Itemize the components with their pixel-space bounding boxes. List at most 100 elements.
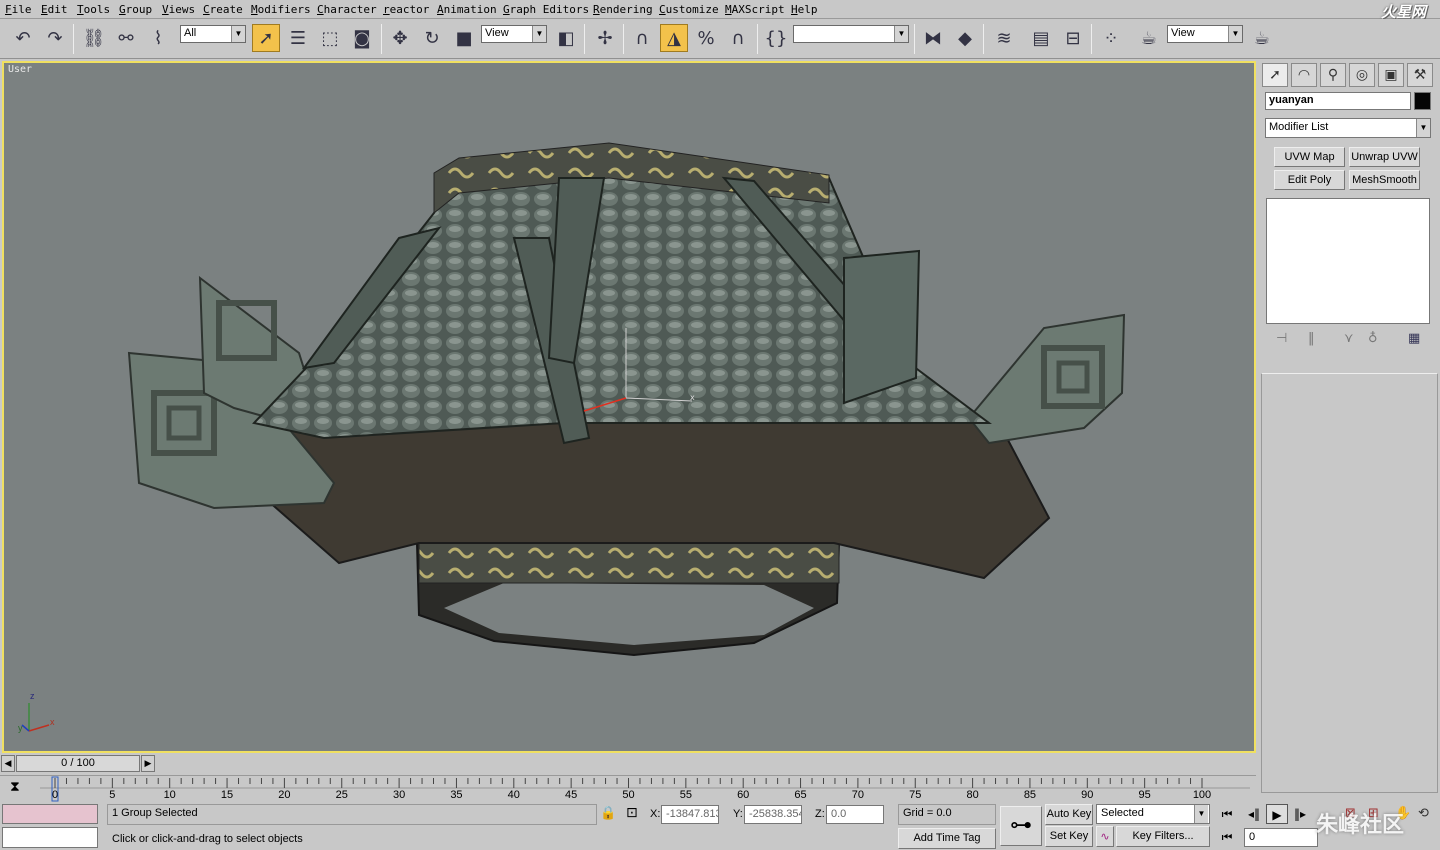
modifier-list-dropdown[interactable]: Modifier List ▼ [1265, 118, 1431, 138]
track-tick-label: 15 [221, 789, 233, 801]
rect-region-icon[interactable]: ⬚ [316, 24, 344, 52]
unwrap-uvw-button[interactable]: Unwrap UVW [1349, 147, 1420, 167]
percent-snap-icon[interactable]: % [692, 24, 720, 52]
configure-sets-icon[interactable]: ▦ [1408, 331, 1420, 346]
menu-animation[interactable]: Animation [437, 3, 497, 16]
spinner-snap-icon[interactable]: ∩ [724, 24, 752, 52]
key-mode-dropdown[interactable]: Selected ▼ [1096, 804, 1210, 824]
menu-reactor[interactable]: reactor [383, 3, 429, 16]
axis-x-label: x [50, 717, 55, 727]
pivot-icon[interactable]: ◧ [552, 24, 580, 52]
menu-group[interactable]: Group [119, 3, 152, 16]
z-coordinate-field[interactable]: 0.0 [826, 805, 884, 824]
x-coordinate-field[interactable]: -13847.813 [661, 805, 719, 824]
current-frame-field[interactable]: 0 [1244, 828, 1318, 847]
add-time-tag-button[interactable]: Add Time Tag [898, 828, 996, 849]
absolute-mode-icon[interactable]: ⊡ [626, 805, 638, 821]
motion-tab-icon[interactable]: ◎ [1349, 63, 1375, 87]
scale-icon[interactable]: ■ [450, 24, 478, 52]
selection-filter-dropdown[interactable]: All ▼ [180, 25, 246, 43]
menu-help[interactable]: Help [791, 3, 818, 16]
named-selection-dropdown[interactable]: ▼ [793, 25, 909, 43]
show-end-result-icon[interactable]: ‖ [1308, 331, 1315, 346]
time-slider[interactable]: 0 / 100 [16, 755, 140, 772]
make-unique-icon[interactable]: ⋎ [1344, 331, 1354, 346]
edit-poly-button[interactable]: Edit Poly [1274, 170, 1345, 190]
render-scene-icon[interactable]: ☕ [1135, 24, 1163, 52]
bind-space-warp-icon[interactable]: ⌇ [144, 24, 172, 52]
undo-icon[interactable]: ↶ [9, 24, 37, 52]
reference-coordinate-dropdown[interactable]: View ▼ [481, 25, 547, 43]
key-mode-toggle-icon[interactable]: ⏮ [1216, 827, 1238, 847]
menu-customize[interactable]: Customize [659, 3, 719, 16]
manipulate-icon[interactable]: ✢ [591, 24, 619, 52]
unlink-icon[interactable]: ⚯ [112, 24, 140, 52]
selection-filter-value: All [184, 27, 197, 39]
schematic-icon[interactable]: ⊟ [1059, 24, 1087, 52]
edit-named-sel-icon[interactable]: {} [762, 24, 790, 52]
modifier-stack[interactable] [1266, 198, 1430, 324]
modify-tab-icon[interactable]: ◠ [1291, 63, 1317, 87]
lock-icon[interactable]: 🔒 [600, 806, 616, 821]
menu-create[interactable]: Create [203, 3, 243, 16]
menu-tools[interactable]: Tools [77, 3, 110, 16]
menu-rendering[interactable]: Rendering [593, 3, 653, 16]
maxscript-listener-field[interactable] [2, 804, 98, 824]
snap-icon[interactable]: ∩ [628, 24, 656, 52]
auto-key-button[interactable]: Auto Key [1045, 804, 1093, 825]
go-to-start-icon[interactable]: ⏮ [1216, 804, 1238, 824]
pavilion-roof-model[interactable]: x [4, 63, 1254, 751]
angle-snap-icon[interactable]: ◮ [660, 24, 688, 52]
play-icon[interactable]: ▶ [1266, 804, 1288, 824]
align-icon[interactable]: ◆ [951, 24, 979, 52]
menu-graph-editors[interactable]: Graph Editors [503, 3, 589, 16]
mirror-icon[interactable]: ⧓ [919, 24, 947, 52]
material-editor-icon[interactable]: ⁘ [1097, 24, 1125, 52]
menu-character[interactable]: Character [317, 3, 377, 16]
select-link-icon[interactable]: ⛓ [80, 24, 108, 52]
y-coordinate-field[interactable]: -25838.354 [744, 805, 802, 824]
maxscript-input-field[interactable] [2, 827, 98, 848]
quick-render-icon[interactable]: ☕ [1248, 24, 1276, 52]
curve-icon[interactable]: ∿ [1096, 826, 1114, 847]
menu-edit[interactable]: Edit [41, 3, 68, 16]
create-tab-icon[interactable]: ➚ [1262, 63, 1288, 87]
previous-frame-icon[interactable]: ◂‖ [1243, 804, 1265, 824]
select-by-name-icon[interactable]: ☰ [284, 24, 312, 52]
menu-modifiers[interactable]: Modifiers [251, 3, 311, 16]
menu-file[interactable]: File [5, 3, 32, 16]
rotate-icon[interactable]: ↻ [418, 24, 446, 52]
move-icon[interactable]: ✥ [386, 24, 414, 52]
remove-modifier-icon[interactable]: ♁ [1368, 331, 1378, 346]
render-type-dropdown[interactable]: View ▼ [1167, 25, 1243, 43]
select-object-icon[interactable]: ➚ [252, 24, 280, 52]
key-filters-button[interactable]: Key Filters... [1116, 826, 1210, 847]
prev-frame-icon[interactable]: ◀ [1, 755, 15, 772]
meshsmooth-button[interactable]: MeshSmooth [1349, 170, 1420, 190]
pin-stack-icon[interactable]: ⊣ [1276, 331, 1287, 346]
object-color-swatch[interactable] [1414, 92, 1431, 110]
track-tick-label: 75 [909, 789, 921, 801]
uvw-map-button[interactable]: UVW Map [1274, 147, 1345, 167]
axis-tripod-icon [21, 703, 50, 732]
set-key-button[interactable]: Set Key [1045, 826, 1093, 847]
arc-rotate-icon[interactable]: ⟲ [1418, 806, 1429, 821]
menu-maxscript[interactable]: MAXScript [725, 3, 785, 16]
next-frame-play-icon[interactable]: ‖▸ [1289, 804, 1311, 824]
window-crossing-icon[interactable]: ◙ [348, 24, 376, 52]
viewport-user[interactable]: User x z x y [2, 61, 1256, 753]
layer-icon[interactable]: ≋ [990, 24, 1018, 52]
set-key-icon[interactable]: ⊶ [1000, 806, 1042, 846]
display-tab-icon[interactable]: ▣ [1378, 63, 1404, 87]
hierarchy-tab-icon[interactable]: ⚲ [1320, 63, 1346, 87]
utilities-tab-icon[interactable]: ⚒ [1407, 63, 1433, 87]
chevron-down-icon: ▼ [1228, 26, 1242, 42]
curve-editor-icon[interactable]: ▤ [1027, 24, 1055, 52]
menu-views[interactable]: Views [162, 3, 195, 16]
track-tick-label: 35 [450, 789, 462, 801]
track-bar[interactable]: ⧗ 0 5 10 15 20 25 30 35 40 45 50 55 60 65 70 75 80 85 90 95… [0, 775, 1256, 802]
next-frame-icon[interactable]: ▶ [141, 755, 155, 772]
redo-icon[interactable]: ↷ [41, 24, 69, 52]
object-name-field[interactable]: yuanyan [1265, 92, 1411, 110]
chevron-down-icon: ▼ [532, 26, 546, 42]
